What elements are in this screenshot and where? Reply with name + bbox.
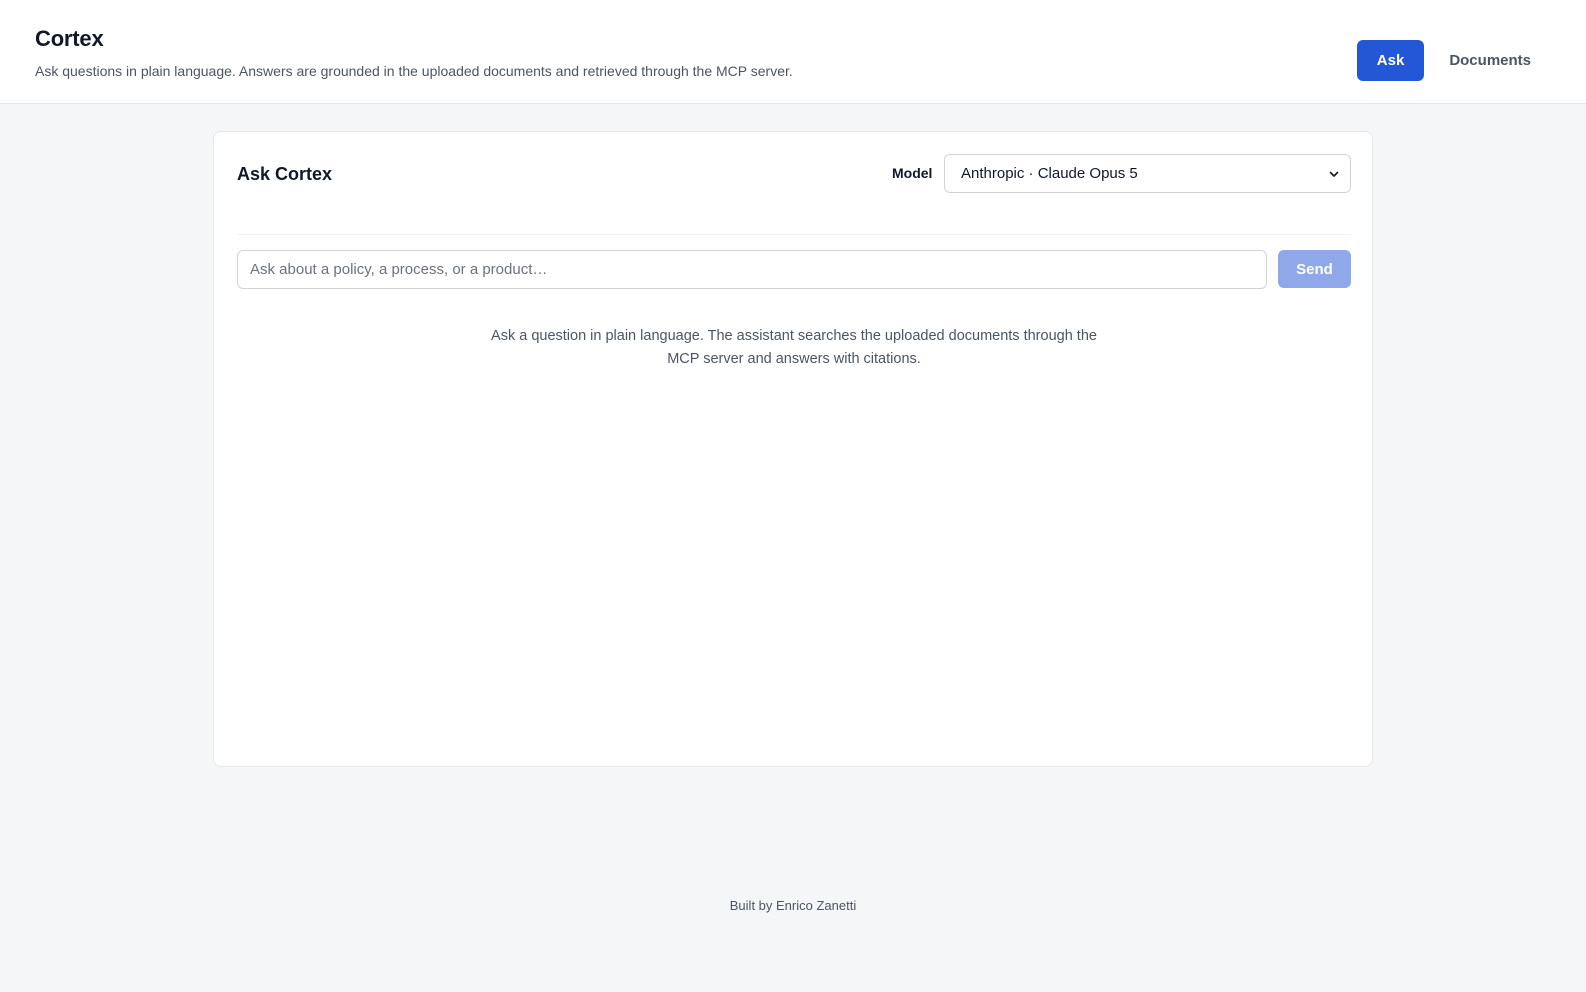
card-title: Ask Cortex [237, 164, 333, 184]
card-divider [237, 234, 1351, 235]
footer-credit: Built by Enrico Zanetti [729, 898, 857, 913]
nav-ask-button[interactable]: Ask [1356, 40, 1425, 81]
app-header: Cortex Ask questions in plain language. … [0, 0, 1586, 104]
ask-card: Ask Cortex Model Anthropic · Claude Opus… [213, 131, 1373, 767]
model-select[interactable]: Anthropic · Claude Opus 5 [944, 154, 1351, 193]
chevron-down-icon [1329, 171, 1339, 177]
send-button[interactable]: Send [1278, 250, 1351, 288]
app-title: Cortex [35, 26, 104, 51]
model-label: Model [892, 165, 933, 181]
model-selected-value: Anthropic · Claude Opus 5 [961, 165, 1138, 182]
empty-state-hint: Ask a question in plain language. The as… [491, 328, 1097, 367]
nav-documents-button[interactable]: Documents [1430, 40, 1550, 81]
app-subtitle: Ask questions in plain language. Answers… [35, 63, 793, 79]
top-nav: Ask Documents [1356, 40, 1550, 81]
question-input[interactable] [237, 250, 1267, 289]
